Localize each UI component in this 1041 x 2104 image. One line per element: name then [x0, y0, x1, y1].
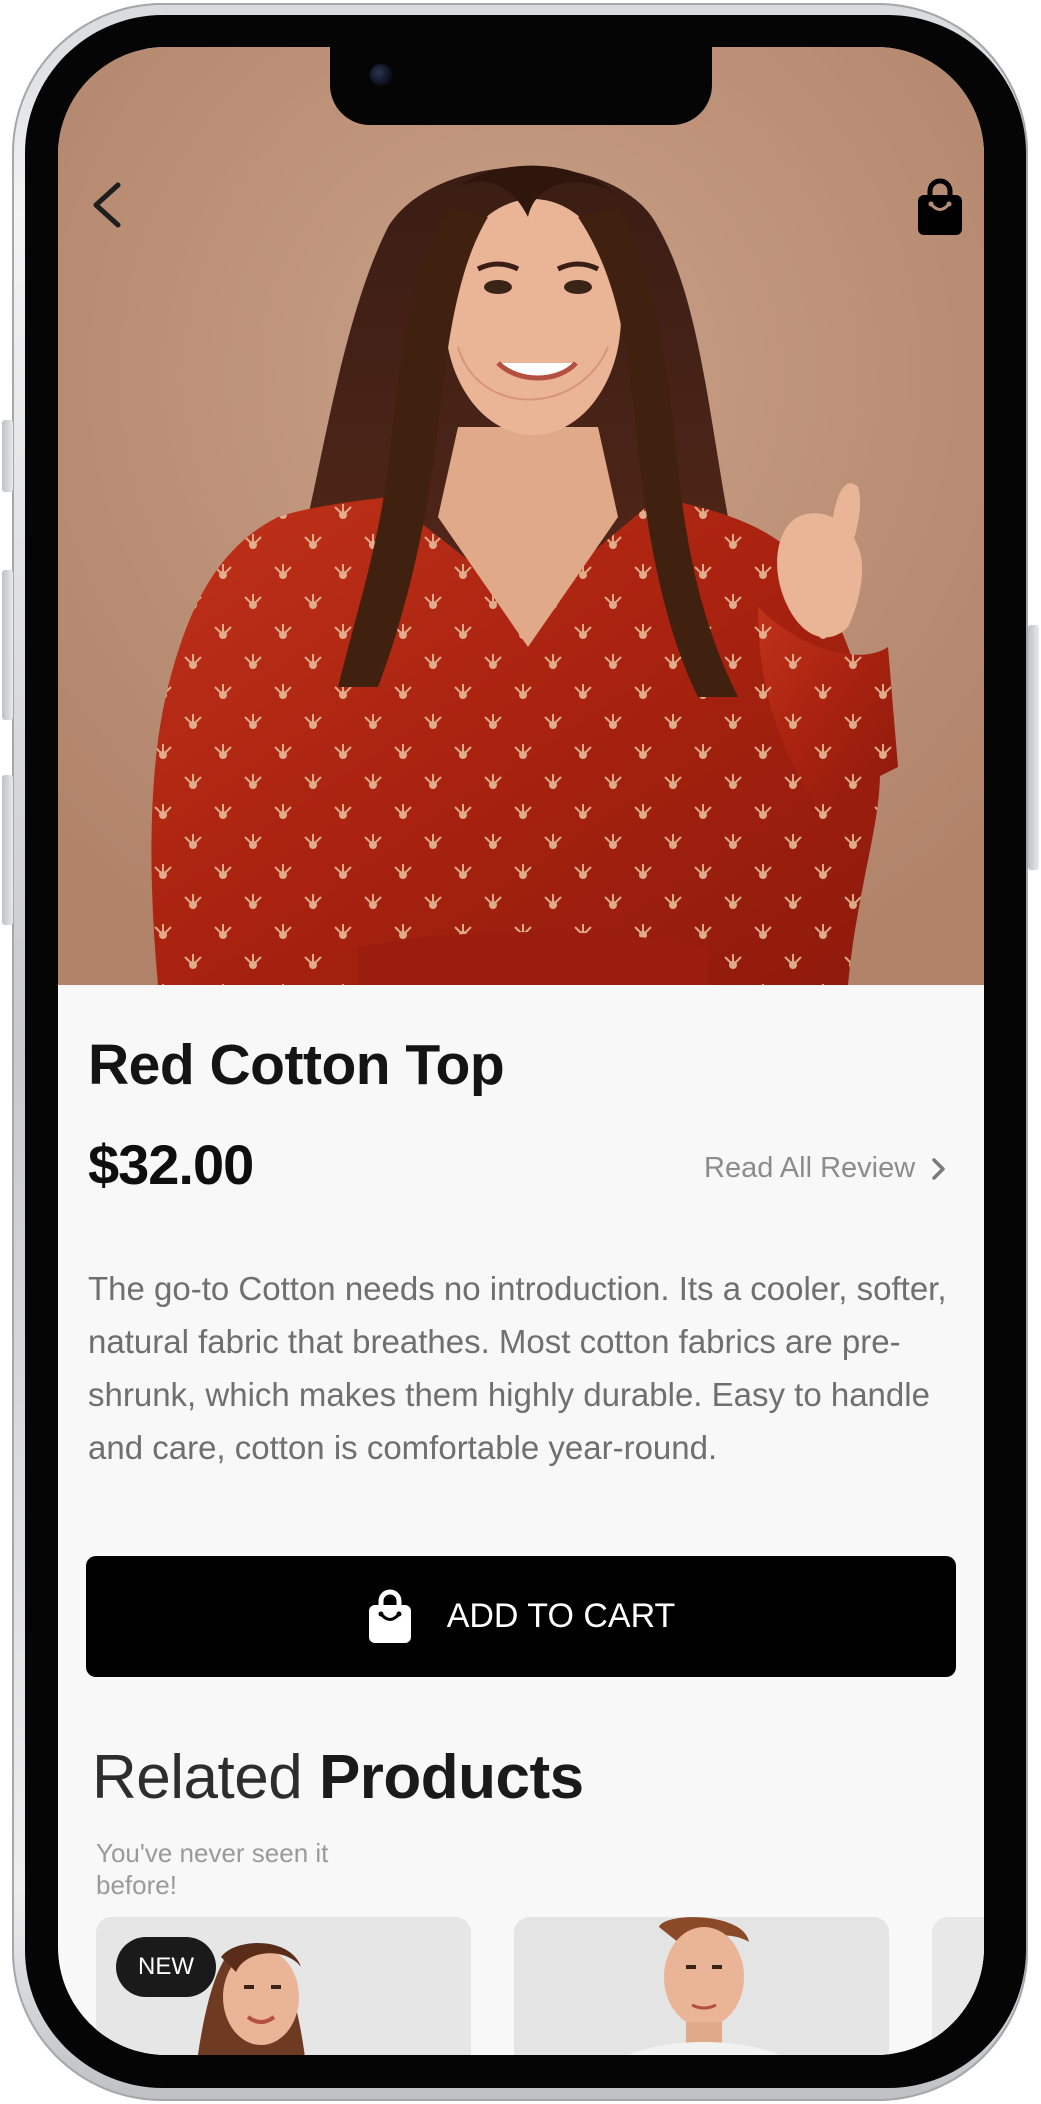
related-heading-light: Related	[92, 1743, 319, 1812]
product-card-image	[514, 1917, 889, 2055]
related-product-card[interactable]	[514, 1917, 889, 2055]
volume-down-button	[2, 775, 13, 925]
add-to-cart-button[interactable]: ADD TO CART	[86, 1556, 956, 1677]
front-camera	[370, 64, 392, 86]
read-reviews-label: Read All Review	[704, 1152, 916, 1184]
product-price: $32.00	[88, 1133, 254, 1196]
power-button	[1028, 625, 1039, 870]
related-products-heading: Related Products	[92, 1742, 584, 1813]
product-hero-image	[58, 47, 984, 985]
add-to-cart-label: ADD TO CART	[446, 1597, 676, 1635]
read-reviews-link[interactable]: Read All Review	[704, 1152, 947, 1185]
chevron-left-icon	[93, 182, 121, 228]
chevron-right-icon	[932, 1157, 945, 1180]
new-badge: NEW	[116, 1937, 216, 1997]
back-button[interactable]	[84, 177, 128, 233]
related-product-card[interactable]: NEW	[96, 1917, 471, 2055]
product-card-image	[932, 1917, 984, 2055]
related-products-subtitle: You've never seen it before!	[96, 1838, 329, 1900]
model-photo	[58, 47, 984, 985]
app-screen: Red Cotton Top $32.00 Read All Review Th…	[58, 47, 984, 2055]
mute-switch	[2, 420, 13, 492]
shopping-bag-icon	[918, 178, 962, 235]
product-description: The go-to Cotton needs no introduction. …	[88, 1270, 947, 1466]
product-title: Red Cotton Top	[88, 1033, 505, 1097]
related-product-card[interactable]	[932, 1917, 984, 2055]
volume-up-button	[2, 570, 13, 720]
related-heading-bold: Products	[318, 1743, 584, 1812]
cart-button[interactable]	[915, 177, 965, 237]
notch	[330, 47, 712, 125]
shopping-bag-icon	[368, 1589, 411, 1643]
